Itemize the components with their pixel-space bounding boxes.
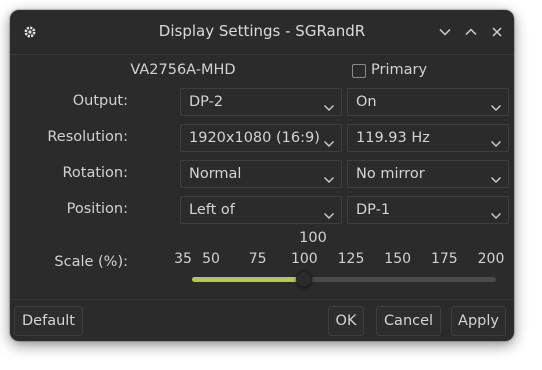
scale-current-value: 100 bbox=[299, 230, 327, 246]
refresh-rate-select[interactable]: 119.93 Hz bbox=[347, 124, 509, 152]
scale-tick-label: 75 bbox=[248, 251, 267, 267]
chevron-down-icon bbox=[490, 97, 502, 111]
chevron-down-icon bbox=[323, 133, 335, 147]
chevron-down-icon bbox=[490, 169, 502, 183]
scale-slider-handle[interactable] bbox=[296, 271, 313, 287]
position-target-select[interactable]: DP-1 bbox=[347, 196, 509, 224]
minimize-icon[interactable] bbox=[438, 25, 452, 39]
chevron-down-icon bbox=[323, 205, 335, 219]
scale-tick-label: 125 bbox=[337, 251, 365, 267]
output-value: DP-2 bbox=[189, 94, 224, 110]
ok-button[interactable]: OK bbox=[328, 306, 364, 336]
scale-tick-label: 100 bbox=[290, 251, 318, 267]
chevron-down-icon bbox=[323, 169, 335, 183]
scale-tick-label: 35 bbox=[174, 251, 192, 267]
output-select[interactable]: DP-2 bbox=[180, 88, 342, 116]
position-label: Position: bbox=[66, 201, 128, 217]
monitor-name: VA2756A-MHD bbox=[130, 62, 236, 78]
output-label: Output: bbox=[72, 93, 128, 109]
resolution-select[interactable]: 1920x1080 (16:9) bbox=[180, 124, 342, 152]
scale-tick-label: 200 bbox=[477, 251, 505, 267]
rotation-select[interactable]: Normal bbox=[180, 160, 342, 188]
scale-tick-label: 50 bbox=[202, 251, 220, 267]
resolution-value: 1920x1080 (16:9) bbox=[189, 130, 320, 146]
output-state-value: On bbox=[356, 94, 377, 110]
scale-tick-label: 175 bbox=[430, 251, 458, 267]
refresh-rate-value: 119.93 Hz bbox=[356, 130, 430, 146]
primary-label: Primary bbox=[371, 62, 428, 78]
chevron-down-icon bbox=[490, 205, 502, 219]
rotation-label: Rotation: bbox=[62, 165, 128, 181]
close-icon[interactable] bbox=[490, 25, 504, 39]
rotation-value: Normal bbox=[189, 166, 242, 182]
apply-button[interactable]: Apply bbox=[451, 306, 506, 336]
output-state-select[interactable]: On bbox=[347, 88, 509, 116]
maximize-icon[interactable] bbox=[464, 25, 478, 39]
chevron-down-icon bbox=[490, 133, 502, 147]
mirror-select[interactable]: No mirror bbox=[347, 160, 509, 188]
title-separator bbox=[10, 54, 514, 55]
cancel-button[interactable]: Cancel bbox=[376, 306, 441, 336]
primary-checkbox[interactable] bbox=[352, 64, 366, 78]
chevron-down-icon bbox=[323, 97, 335, 111]
position-target-value: DP-1 bbox=[356, 202, 391, 218]
resolution-label: Resolution: bbox=[47, 129, 128, 145]
default-button[interactable]: Default bbox=[14, 306, 83, 336]
scale-label: Scale (%): bbox=[54, 254, 128, 270]
position-value: Left of bbox=[189, 202, 235, 218]
dialog-window: Display Settings - SGRandR VA2756A-MHD P… bbox=[10, 10, 514, 341]
mirror-value: No mirror bbox=[356, 166, 425, 182]
scale-tick-label: 150 bbox=[384, 251, 412, 267]
position-select[interactable]: Left of bbox=[180, 196, 342, 224]
title-bar[interactable]: Display Settings - SGRandR bbox=[10, 10, 514, 54]
footer-separator bbox=[10, 299, 514, 300]
scale-slider-fill bbox=[192, 277, 305, 282]
